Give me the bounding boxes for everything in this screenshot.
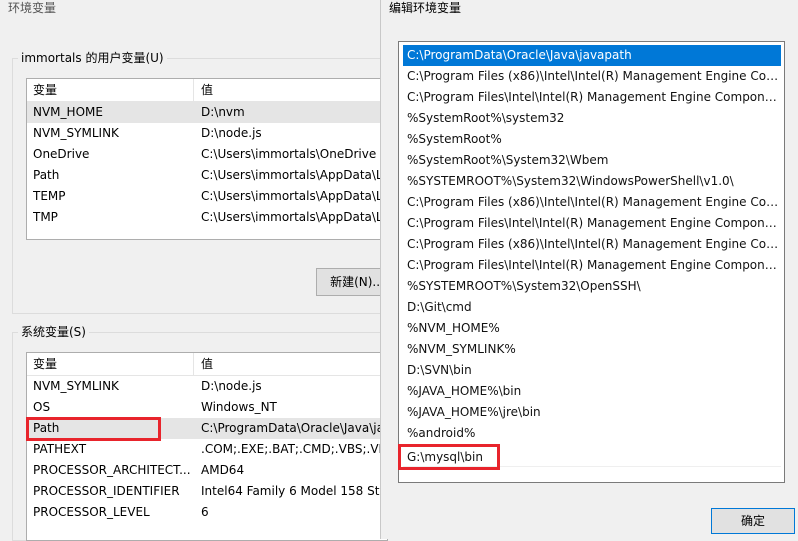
list-item[interactable]: %JAVA_HOME%\bin <box>403 381 781 402</box>
list-item[interactable]: C:\ProgramData\Oracle\Java\javapath <box>403 45 781 66</box>
list-item[interactable]: C:\Program Files\Intel\Intel(R) Manageme… <box>403 213 781 234</box>
list-item[interactable]: %SystemRoot%\system32 <box>403 108 781 129</box>
edit-environment-variable-dialog: 编辑环境变量 C:\ProgramData\Oracle\Java\javapa… <box>380 0 798 539</box>
list-header: 变量 值 <box>27 79 387 102</box>
list-item[interactable]: D:\SVN\bin <box>403 360 781 381</box>
list-item[interactable]: C:\Program Files (x86)\Intel\Intel(R) Ma… <box>403 192 781 213</box>
window-title: 环境变量 <box>8 1 57 15</box>
list-item[interactable]: %JAVA_HOME%\jre\bin <box>403 402 781 423</box>
column-header-variable[interactable]: 变量 <box>27 353 194 375</box>
column-header-variable[interactable]: 变量 <box>27 79 194 101</box>
list-item[interactable]: %SYSTEMROOT%\System32\WindowsPowerShell\… <box>403 171 781 192</box>
path-entries-list[interactable]: C:\ProgramData\Oracle\Java\javapath C:\P… <box>398 41 785 483</box>
list-header: 变量 值 <box>27 353 387 376</box>
table-row[interactable]: OS Windows_NT <box>27 397 387 418</box>
path-highlight-box <box>26 417 161 441</box>
table-row[interactable]: PROCESSOR_IDENTIFIER Intel64 Family 6 Mod… <box>27 481 387 502</box>
environment-variables-window: 环境变量 immortals 的用户变量(U) 变量 值 NVM_HOME D:\… <box>0 0 398 541</box>
list-item[interactable]: %NVM_SYMLINK% <box>403 339 781 360</box>
list-item[interactable]: %android% <box>403 423 781 444</box>
column-header-value[interactable]: 值 <box>195 353 387 375</box>
list-item[interactable]: C:\Program Files (x86)\Intel\Intel(R) Ma… <box>403 234 781 255</box>
table-row[interactable]: PROCESSOR_ARCHITECT... AMD64 <box>27 460 387 481</box>
list-item[interactable]: %SYSTEMROOT%\System32\OpenSSH\ <box>403 276 781 297</box>
table-row[interactable]: NVM_HOME D:\nvm <box>27 102 387 123</box>
user-variables-label: immortals 的用户变量(U) <box>18 50 167 66</box>
table-row[interactable]: TEMP C:\Users\immortals\AppData\L <box>27 186 387 207</box>
list-item[interactable]: C:\Program Files\Intel\Intel(R) Manageme… <box>403 87 781 108</box>
table-row[interactable]: PROCESSOR_LEVEL 6 <box>27 502 387 523</box>
table-row[interactable]: TMP C:\Users\immortals\AppData\L <box>27 207 387 228</box>
list-item[interactable]: %SystemRoot% <box>403 129 781 150</box>
table-row[interactable]: NVM_SYMLINK D:\node.js <box>27 376 387 397</box>
table-row[interactable]: OneDrive C:\Users\immortals\OneDrive <box>27 144 387 165</box>
system-variables-list[interactable]: 变量 值 NVM_SYMLINK D:\node.js OS Windows_NT … <box>26 352 388 541</box>
list-item[interactable]: %SystemRoot%\System32\Wbem <box>403 150 781 171</box>
list-item[interactable]: %NVM_HOME% <box>403 318 781 339</box>
list-item[interactable]: C:\Program Files (x86)\Intel\Intel(R) Ma… <box>403 66 781 87</box>
column-header-value[interactable]: 值 <box>195 79 387 101</box>
ok-button[interactable]: 确定 <box>711 508 795 534</box>
mysql-entry-highlight-box <box>398 444 500 470</box>
system-variables-label: 系统变量(S) <box>18 324 89 340</box>
dialog-title: 编辑环境变量 <box>389 1 462 15</box>
table-row[interactable]: PATHEXT .COM;.EXE;.BAT;.CMD;.VBS;.VB <box>27 439 387 460</box>
table-row[interactable]: NVM_SYMLINK D:\node.js <box>27 123 387 144</box>
list-item[interactable]: D:\Git\cmd <box>403 297 781 318</box>
user-variables-list[interactable]: 变量 值 NVM_HOME D:\nvm NVM_SYMLINK D:\node.j… <box>26 78 388 240</box>
table-row[interactable]: Path C:\Users\immortals\AppData\L <box>27 165 387 186</box>
list-item[interactable]: C:\Program Files\Intel\Intel(R) Manageme… <box>403 255 781 276</box>
